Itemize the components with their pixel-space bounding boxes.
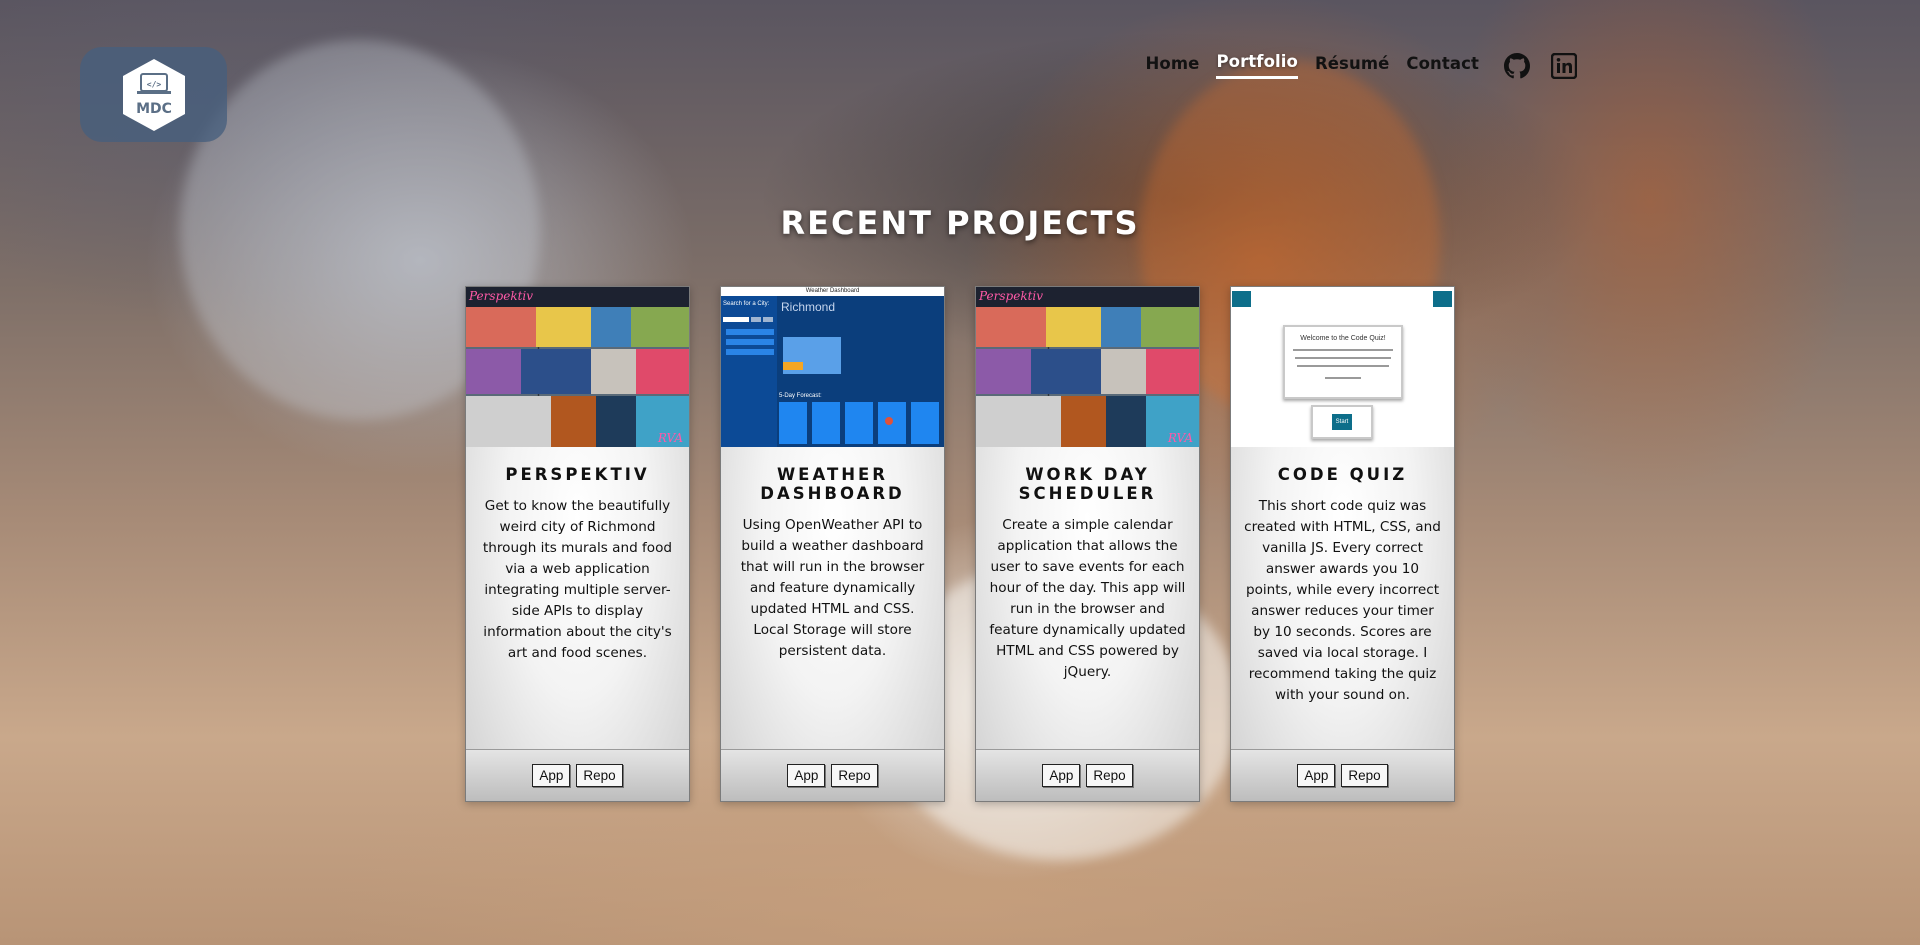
- project-thumbnail-work-day-scheduler[interactable]: Perspektiv RVA: [976, 287, 1199, 447]
- nav-home[interactable]: Home: [1146, 54, 1200, 78]
- project-description: Get to know the beautifully weird city o…: [482, 498, 673, 661]
- logo-text: MDC: [136, 101, 172, 117]
- repo-button[interactable]: Repo: [1341, 764, 1388, 787]
- repo-button[interactable]: Repo: [831, 764, 878, 787]
- project-thumbnail-code-quiz[interactable]: Welcome to the Code Quiz! Start: [1231, 287, 1454, 447]
- project-actions: App Repo: [1231, 749, 1454, 801]
- project-card-perspektiv: Perspektiv RVA PERSPEKTIV Get to know th…: [465, 286, 690, 802]
- app-button[interactable]: App: [1297, 764, 1336, 787]
- projects-grid: Perspektiv RVA PERSPEKTIV Get to know th…: [465, 286, 1455, 802]
- project-description: This short code quiz was created with HT…: [1244, 498, 1441, 703]
- main-nav: Home Portfolio Résumé Contact: [1146, 52, 1578, 79]
- thumbnail-corner-text: RVA: [1167, 431, 1193, 445]
- logo-code-glyph: </>: [146, 80, 161, 89]
- thumbnail-welcome-text: Welcome to the Code Quiz!: [1300, 335, 1386, 342]
- thumbnail-corner-text: RVA: [657, 431, 683, 445]
- project-card-work-day-scheduler: Perspektiv RVA WORK DAY SCHEDULER Create…: [975, 286, 1200, 802]
- project-thumbnail-perspektiv[interactable]: Perspektiv RVA: [466, 287, 689, 447]
- site-logo[interactable]: </> MDC: [80, 47, 227, 142]
- thumbnail-start-button: Start: [1332, 414, 1352, 430]
- github-icon[interactable]: [1504, 52, 1530, 79]
- nav-portfolio[interactable]: Portfolio: [1216, 52, 1298, 79]
- project-description: Using OpenWeather API to build a weather…: [740, 517, 925, 659]
- thumbnail-city-text: Richmond: [781, 300, 836, 314]
- project-card-weather-dashboard: Weather Dashboard Search for a City: Ric…: [720, 286, 945, 802]
- project-actions: App Repo: [721, 749, 944, 801]
- social-links: [1504, 52, 1578, 79]
- logo-hexagon-icon: </> MDC: [122, 58, 185, 131]
- project-actions: App Repo: [976, 749, 1199, 801]
- repo-button[interactable]: Repo: [1086, 764, 1133, 787]
- thumbnail-brand-text: Perspektiv: [979, 289, 1044, 303]
- thumbnail-search-text: Search for a City:: [723, 301, 770, 307]
- project-card-code-quiz: Welcome to the Code Quiz! Start CODE QUI…: [1230, 286, 1455, 802]
- nav-resume[interactable]: Résumé: [1315, 54, 1389, 78]
- linkedin-icon[interactable]: [1550, 52, 1578, 79]
- project-thumbnail-weather-dashboard[interactable]: Weather Dashboard Search for a City: Ric…: [721, 287, 944, 447]
- app-button[interactable]: App: [787, 764, 826, 787]
- project-description: Create a simple calendar application tha…: [989, 517, 1186, 680]
- project-title: WEATHER DASHBOARD: [760, 465, 905, 503]
- nav-contact[interactable]: Contact: [1406, 54, 1479, 78]
- thumbnail-forecast-text: 5-Day Forecast:: [779, 393, 822, 399]
- app-button[interactable]: App: [1042, 764, 1081, 787]
- project-title: CODE QUIZ: [1277, 465, 1408, 484]
- section-title: RECENT PROJECTS: [780, 204, 1140, 242]
- project-title: PERSPEKTIV: [505, 465, 650, 484]
- app-button[interactable]: App: [532, 764, 571, 787]
- thumbnail-header-text: Weather Dashboard: [721, 287, 944, 296]
- thumbnail-brand-text: Perspektiv: [469, 289, 534, 303]
- repo-button[interactable]: Repo: [576, 764, 623, 787]
- project-title: WORK DAY SCHEDULER: [1018, 465, 1157, 503]
- project-actions: App Repo: [466, 749, 689, 801]
